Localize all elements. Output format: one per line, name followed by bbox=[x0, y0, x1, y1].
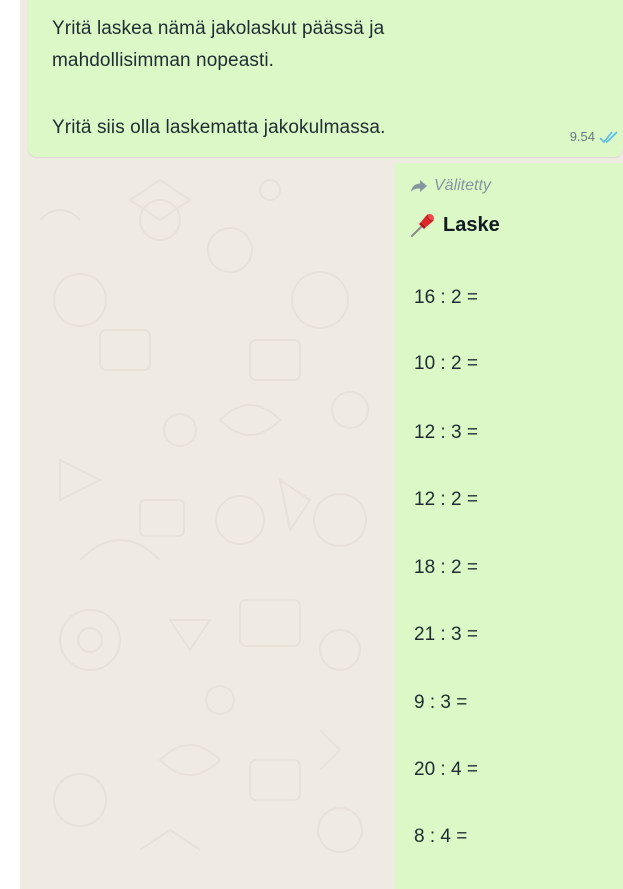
message-meta: 9.54 bbox=[570, 129, 619, 144]
title-text: Laske bbox=[443, 213, 500, 236]
division-task-8: 20 : 4 = bbox=[414, 759, 478, 780]
division-task-6: 21 : 3 = bbox=[414, 624, 478, 645]
message-text-line-3: Yritä siis olla laskematta jakokulmassa. bbox=[52, 117, 386, 138]
message-text-line-2: mahdollisimman nopeasti. bbox=[52, 50, 275, 71]
forwarded-text: Välitetty bbox=[434, 177, 491, 194]
division-task-1: 16 : 2 = bbox=[414, 287, 478, 308]
double-check-icon bbox=[599, 130, 618, 143]
division-task-7: 9 : 3 = bbox=[414, 692, 468, 713]
chat-area: Yritä laskea nämä jakolaskut päässä ja m… bbox=[20, 0, 623, 889]
pushpin-icon bbox=[411, 213, 435, 237]
division-task-5: 18 : 2 = bbox=[414, 557, 478, 578]
message-bubble-forwarded: Välitetty Laske 16 : 2 = 10 : 2 = 12 : 3… bbox=[395, 163, 623, 889]
message-bubble-instructions: Yritä laskea nämä jakolaskut päässä ja m… bbox=[28, 0, 623, 157]
division-task-4: 12 : 2 = bbox=[414, 489, 478, 510]
division-task-3: 12 : 3 = bbox=[414, 422, 478, 443]
message-title: Laske bbox=[409, 211, 500, 239]
forward-arrow-icon bbox=[411, 180, 427, 192]
message-text-line-1: Yritä laskea nämä jakolaskut päässä ja bbox=[52, 18, 385, 39]
forwarded-label: Välitetty bbox=[410, 177, 491, 195]
division-task-9: 8 : 4 = bbox=[414, 826, 468, 847]
division-task-2: 10 : 2 = bbox=[414, 353, 478, 374]
message-time: 9.54 bbox=[569, 129, 595, 144]
